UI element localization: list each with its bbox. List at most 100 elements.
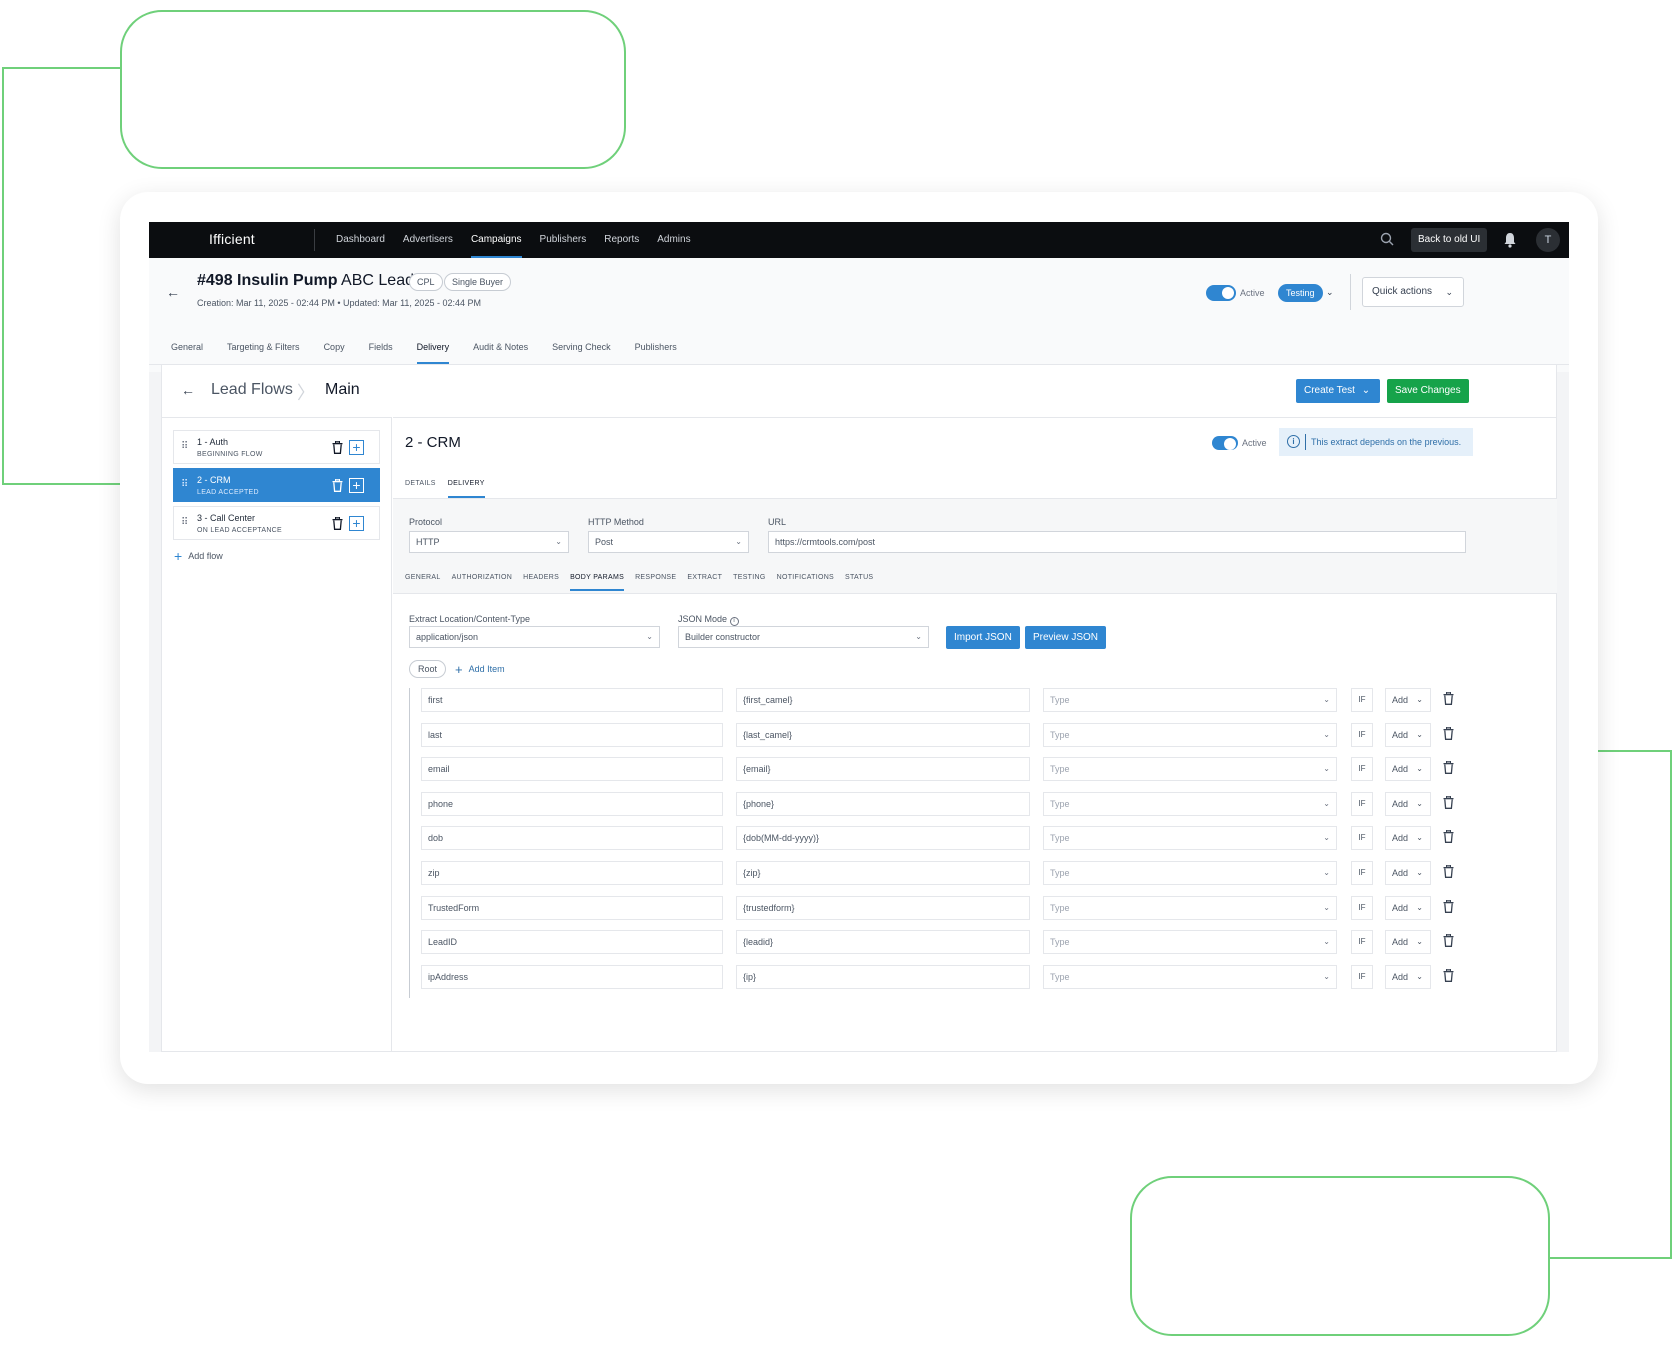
tab-copy[interactable]: Copy xyxy=(312,338,357,364)
import-json-button[interactable]: Import JSON xyxy=(946,626,1020,649)
back-arrow-icon[interactable]: ← xyxy=(181,382,195,398)
nav-admins[interactable]: Admins xyxy=(648,222,699,258)
param-if-button[interactable]: IF xyxy=(1351,688,1373,712)
nav-campaigns[interactable]: Campaigns xyxy=(462,222,531,258)
http-method-select[interactable]: Post ⌄ xyxy=(588,531,749,553)
param-add-dropdown[interactable]: Add ⌄ xyxy=(1385,964,1431,989)
flow-item[interactable]: ⠿ 2 - CRM LEAD ACCEPTED + xyxy=(173,468,380,502)
param-type-select[interactable]: Type ⌄ xyxy=(1043,791,1337,816)
param-add-dropdown[interactable]: Add ⌄ xyxy=(1385,895,1431,920)
url-input[interactable]: https://crmtools.com/post xyxy=(768,531,1466,553)
param-key-input[interactable]: zip xyxy=(421,861,723,885)
trash-icon[interactable] xyxy=(1443,899,1454,918)
search-icon[interactable] xyxy=(1380,232,1394,246)
nav-advertisers[interactable]: Advertisers xyxy=(394,222,462,258)
param-tab-notifications[interactable]: NOTIFICATIONS xyxy=(777,571,840,593)
info-icon[interactable]: i xyxy=(729,617,739,626)
param-add-dropdown[interactable]: Add ⌄ xyxy=(1385,688,1431,712)
param-type-select[interactable]: Type ⌄ xyxy=(1043,688,1337,712)
param-add-dropdown[interactable]: Add ⌄ xyxy=(1385,791,1431,816)
param-tab-authorization[interactable]: AUTHORIZATION xyxy=(452,571,519,593)
param-key-input[interactable]: email xyxy=(421,757,723,782)
trash-icon[interactable] xyxy=(332,516,343,535)
quick-actions-dropdown[interactable]: Quick actions ⌄ xyxy=(1362,277,1464,307)
status-chevron-down-icon[interactable]: ⌄ xyxy=(1326,287,1334,298)
trash-icon[interactable] xyxy=(1443,691,1454,710)
trash-icon[interactable] xyxy=(1443,968,1454,987)
param-if-button[interactable]: IF xyxy=(1351,722,1373,747)
add-item-button[interactable]: + Add Item xyxy=(455,662,505,677)
param-add-dropdown[interactable]: Add ⌄ xyxy=(1385,826,1431,851)
nav-reports[interactable]: Reports xyxy=(595,222,648,258)
param-value-input[interactable]: {dob(MM-dd-yyyy)} xyxy=(736,826,1030,851)
trash-icon[interactable] xyxy=(1443,864,1454,883)
create-test-button[interactable]: Create Test ⌄ xyxy=(1296,379,1380,403)
param-if-button[interactable]: IF xyxy=(1351,930,1373,955)
tab-delivery[interactable]: Delivery xyxy=(405,338,462,364)
save-changes-button[interactable]: Save Changes xyxy=(1387,379,1469,403)
param-add-dropdown[interactable]: Add ⌄ xyxy=(1385,722,1431,747)
param-if-button[interactable]: IF xyxy=(1351,964,1373,989)
add-flow-button[interactable]: + Add flow xyxy=(174,548,223,564)
param-tab-status[interactable]: STATUS xyxy=(845,571,879,593)
subtab-delivery[interactable]: DELIVERY xyxy=(442,476,491,498)
param-key-input[interactable]: TrustedForm xyxy=(421,895,723,920)
param-tab-extract[interactable]: EXTRACT xyxy=(687,571,728,593)
param-value-input[interactable]: {trustedform} xyxy=(736,895,1030,920)
back-arrow-icon[interactable]: ← xyxy=(166,284,180,300)
extract-location-select[interactable]: application/json ⌄ xyxy=(409,626,660,648)
param-tab-response[interactable]: RESPONSE xyxy=(635,571,682,593)
preview-json-button[interactable]: Preview JSON xyxy=(1025,626,1107,649)
breadcrumb-lead-flows[interactable]: Lead Flows xyxy=(211,381,293,399)
subtab-details[interactable]: DETAILS xyxy=(399,476,442,498)
param-key-input[interactable]: first xyxy=(421,688,723,712)
flow-active-toggle[interactable] xyxy=(1212,436,1238,450)
trash-icon[interactable] xyxy=(1443,795,1454,814)
param-key-input[interactable]: last xyxy=(421,722,723,747)
param-type-select[interactable]: Type ⌄ xyxy=(1043,895,1337,920)
param-type-select[interactable]: Type ⌄ xyxy=(1043,964,1337,989)
bell-icon[interactable] xyxy=(1503,232,1517,248)
param-tab-general[interactable]: GENERAL xyxy=(405,571,447,593)
root-badge[interactable]: Root xyxy=(409,660,447,678)
param-value-input[interactable]: {leadid} xyxy=(736,930,1030,955)
param-tab-testing[interactable]: TESTING xyxy=(733,571,771,593)
param-if-button[interactable]: IF xyxy=(1351,861,1373,885)
add-step-plus-icon[interactable]: + xyxy=(349,478,364,493)
nav-dashboard[interactable]: Dashboard xyxy=(327,222,394,258)
drag-handle-icon[interactable]: ⠿ xyxy=(181,517,188,528)
trash-icon[interactable] xyxy=(1443,760,1454,779)
param-add-dropdown[interactable]: Add ⌄ xyxy=(1385,930,1431,955)
trash-icon[interactable] xyxy=(1443,933,1454,952)
param-type-select[interactable]: Type ⌄ xyxy=(1043,861,1337,885)
tab-publishers[interactable]: Publishers xyxy=(623,338,689,364)
trash-icon[interactable] xyxy=(1443,726,1454,745)
avatar[interactable]: T xyxy=(1536,228,1560,252)
protocol-select[interactable]: HTTP ⌄ xyxy=(409,531,569,553)
param-key-input[interactable]: LeadID xyxy=(421,930,723,955)
param-value-input[interactable]: {last_camel} xyxy=(736,722,1030,747)
json-mode-select[interactable]: Builder constructor ⌄ xyxy=(678,626,929,648)
drag-handle-icon[interactable]: ⠿ xyxy=(181,441,188,452)
trash-icon[interactable] xyxy=(332,478,343,497)
nav-publishers[interactable]: Publishers xyxy=(531,222,596,258)
param-type-select[interactable]: Type ⌄ xyxy=(1043,826,1337,851)
trash-icon[interactable] xyxy=(332,440,343,459)
flow-item[interactable]: ⠿ 3 - Call Center ON LEAD ACCEPTANCE + xyxy=(173,506,380,540)
trash-icon[interactable] xyxy=(1443,830,1454,848)
param-key-input[interactable]: dob xyxy=(421,826,723,851)
param-add-dropdown[interactable]: Add ⌄ xyxy=(1385,757,1431,782)
param-value-input[interactable]: {ip} xyxy=(736,964,1030,989)
param-if-button[interactable]: IF xyxy=(1351,791,1373,816)
param-key-input[interactable]: phone xyxy=(421,791,723,816)
drag-handle-icon[interactable]: ⠿ xyxy=(181,479,188,490)
param-tab-headers[interactable]: HEADERS xyxy=(523,571,565,593)
param-key-input[interactable]: ipAddress xyxy=(421,964,723,989)
add-step-plus-icon[interactable]: + xyxy=(349,440,364,455)
param-type-select[interactable]: Type ⌄ xyxy=(1043,930,1337,955)
tab-serving-check[interactable]: Serving Check xyxy=(540,338,623,364)
tab-audit-notes[interactable]: Audit & Notes xyxy=(461,338,540,364)
tab-targeting-filters[interactable]: Targeting & Filters xyxy=(215,338,312,364)
app-logo[interactable]: Ifficient xyxy=(209,231,255,247)
param-if-button[interactable]: IF xyxy=(1351,757,1373,782)
